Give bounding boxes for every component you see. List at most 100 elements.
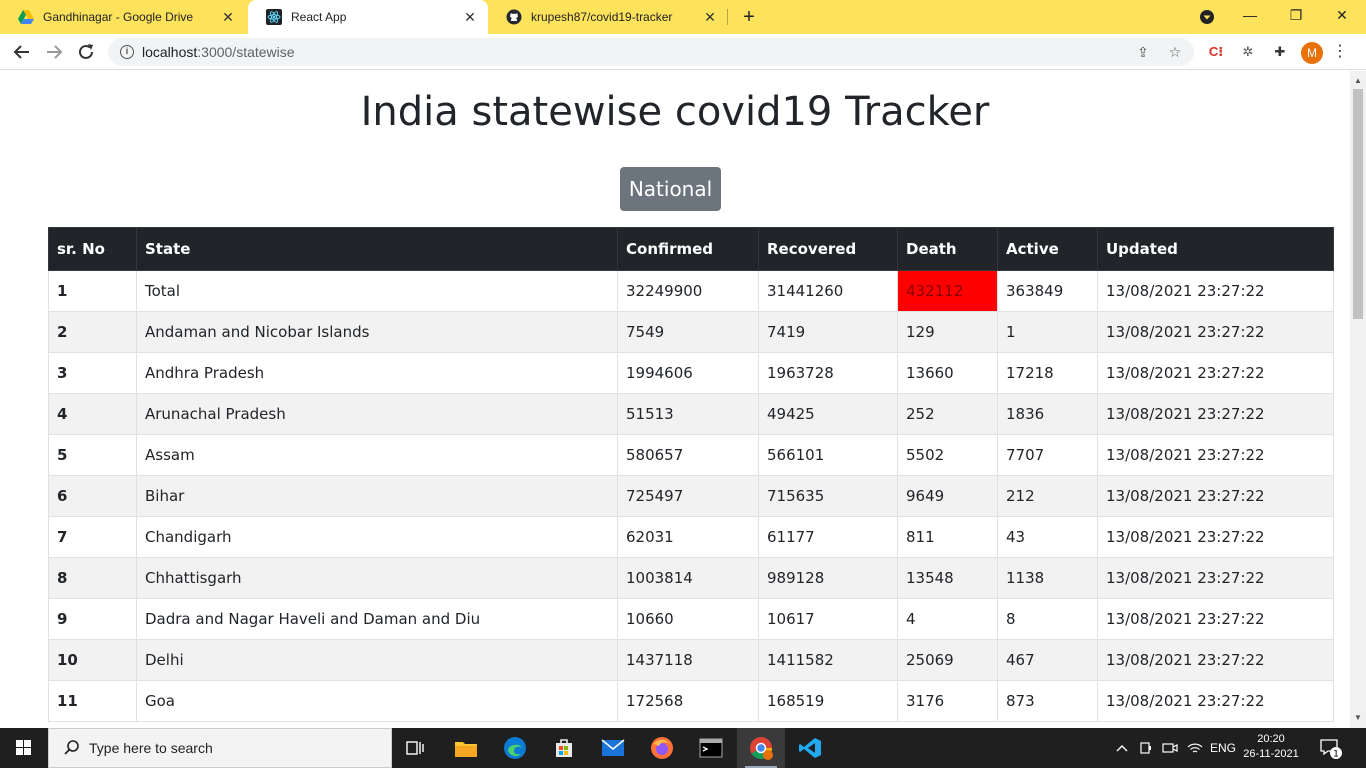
url-host: localhost: [142, 44, 198, 60]
file-explorer-icon[interactable]: [442, 728, 490, 768]
notification-center-icon[interactable]: 1: [1318, 736, 1342, 760]
table-row: 1 Total 32249900 31441260 432112 363849 13/08/…: [48, 270, 1334, 312]
table-body: 1 Total 32249900 31441260 432112 363849 13/08/…: [48, 270, 1334, 722]
page-content: India statewise covid19 Tracker National…: [0, 71, 1350, 728]
tab-strip: Gandhinagar - Google Drive ✕ React App ✕…: [0, 0, 1366, 34]
url-path: :3000/statewise: [197, 44, 295, 60]
table-cell: 6: [48, 475, 137, 517]
restore-button[interactable]: ❐: [1274, 0, 1318, 30]
forward-arrow-icon[interactable]: [42, 40, 66, 64]
new-tab-button[interactable]: +: [738, 6, 760, 28]
table-cell: 13/08/2021 23:27:22: [1097, 516, 1334, 558]
task-view-icon[interactable]: [392, 728, 440, 768]
table-cell: 432112: [897, 270, 998, 312]
notification-count: 1: [1333, 750, 1339, 760]
column-header: Death: [897, 227, 998, 271]
table-cell: 989128: [758, 557, 898, 599]
close-tab-icon[interactable]: ✕: [220, 9, 236, 26]
browser-toolbar: i localhost:3000/statewise ⇪ ☆ C⁝ ✲ ✚ M …: [0, 34, 1366, 70]
table-cell: 7419: [758, 311, 898, 353]
table-cell: 49425: [758, 393, 898, 435]
close-tab-icon[interactable]: ✕: [702, 9, 718, 26]
column-header: Updated: [1097, 227, 1334, 271]
table-cell: 17218: [997, 352, 1098, 394]
table-cell: 715635: [758, 475, 898, 517]
national-button[interactable]: National: [620, 167, 721, 211]
table-cell: 2: [48, 311, 137, 353]
site-info-icon[interactable]: i: [120, 45, 134, 59]
close-tab-icon[interactable]: ✕: [462, 9, 478, 26]
tab-google-drive[interactable]: Gandhinagar - Google Drive ✕: [0, 0, 246, 34]
language-indicator[interactable]: ENG: [1206, 728, 1240, 768]
battery-icon[interactable]: [1136, 728, 1156, 768]
taskbar-search-box[interactable]: Type here to search: [48, 728, 392, 768]
table-cell: 13548: [897, 557, 998, 599]
firefox-icon[interactable]: [638, 728, 686, 768]
table-cell: Total: [136, 270, 618, 312]
table-cell: Chandigarh: [136, 516, 618, 558]
vscode-icon[interactable]: [786, 728, 834, 768]
profile-avatar[interactable]: M: [1301, 42, 1323, 64]
table-header-row: sr. No State Confirmed Recovered Death Active…: [48, 227, 1334, 271]
table-cell: 1003814: [617, 557, 759, 599]
reload-icon[interactable]: [74, 40, 98, 64]
page-title: India statewise covid19 Tracker: [360, 89, 990, 135]
table-cell: 1138: [997, 557, 1098, 599]
store-icon[interactable]: [540, 728, 588, 768]
edge-browser-icon[interactable]: [491, 728, 539, 768]
table-cell: 51513: [617, 393, 759, 435]
terminal-icon[interactable]: [687, 728, 735, 768]
tab-title: React App: [291, 10, 347, 24]
minimize-button[interactable]: —: [1228, 0, 1272, 30]
table-cell: 13/08/2021 23:27:22: [1097, 393, 1334, 435]
tab-title: Gandhinagar - Google Drive: [43, 10, 194, 24]
tab-react-app[interactable]: React App ✕: [248, 0, 488, 34]
table-cell: 11: [48, 680, 137, 722]
taskbar-clock[interactable]: 20:20 26-11-2021: [1238, 732, 1304, 762]
table-cell: 168519: [758, 680, 898, 722]
tray-chevron-up-icon[interactable]: [1112, 728, 1132, 768]
extensions-puzzle-icon[interactable]: ✚: [1270, 42, 1290, 62]
search-icon: [64, 740, 79, 755]
close-window-button[interactable]: ✕: [1320, 0, 1364, 30]
back-arrow-icon[interactable]: [10, 40, 34, 64]
table-cell: 873: [997, 680, 1098, 722]
share-icon[interactable]: ⇪: [1134, 44, 1152, 62]
table-cell: 3176: [897, 680, 998, 722]
table-cell: 5502: [897, 434, 998, 476]
table-cell: 467: [997, 639, 1098, 681]
table-cell: 10: [48, 639, 137, 681]
page-scrollbar[interactable]: ▲ ▼: [1350, 71, 1366, 728]
table-cell: 7549: [617, 311, 759, 353]
scroll-down-icon[interactable]: ▼: [1350, 710, 1366, 726]
table-cell: 7: [48, 516, 137, 558]
address-bar[interactable]: i localhost:3000/statewise ⇪ ☆: [108, 38, 1194, 66]
table-cell: 3: [48, 352, 137, 394]
table-cell: Chhattisgarh: [136, 557, 618, 599]
table-row: 6 Bihar 725497 715635 9649 212 13/08/2021 23:2…: [48, 475, 1334, 517]
table-row: 10 Delhi 1437118 1411582 25069 467 13/08/2021 …: [48, 639, 1334, 681]
chrome-icon[interactable]: [737, 728, 785, 768]
table-cell: 9: [48, 598, 137, 640]
extension-bug-icon[interactable]: ✲: [1238, 42, 1258, 62]
tab-title: krupesh87/covid19-tracker: [531, 10, 673, 24]
table-cell: 25069: [897, 639, 998, 681]
scrollbar-thumb[interactable]: [1353, 89, 1363, 319]
tab-github[interactable]: krupesh87/covid19-tracker ✕: [488, 0, 728, 34]
table-row: 3 Andhra Pradesh 1994606 1963728 13660 17218 1…: [48, 352, 1334, 394]
clock-date: 26-11-2021: [1243, 748, 1299, 760]
meet-now-icon[interactable]: [1160, 728, 1180, 768]
table-cell: 13/08/2021 23:27:22: [1097, 352, 1334, 394]
tab-search-icon[interactable]: [1198, 8, 1216, 26]
column-header: Confirmed: [617, 227, 759, 271]
table-cell: 252: [897, 393, 998, 435]
start-button[interactable]: [0, 728, 48, 768]
wifi-icon[interactable]: [1184, 728, 1206, 768]
scroll-up-icon[interactable]: ▲: [1350, 73, 1366, 89]
mail-icon[interactable]: [589, 728, 637, 768]
table-row: 7 Chandigarh 62031 61177 811 43 13/08/2021 23:…: [48, 516, 1334, 558]
extension-c-icon[interactable]: C⁝: [1206, 42, 1226, 62]
table-cell: 7707: [997, 434, 1098, 476]
menu-dots-icon[interactable]: ⋮: [1332, 42, 1348, 62]
bookmark-star-icon[interactable]: ☆: [1166, 44, 1184, 62]
